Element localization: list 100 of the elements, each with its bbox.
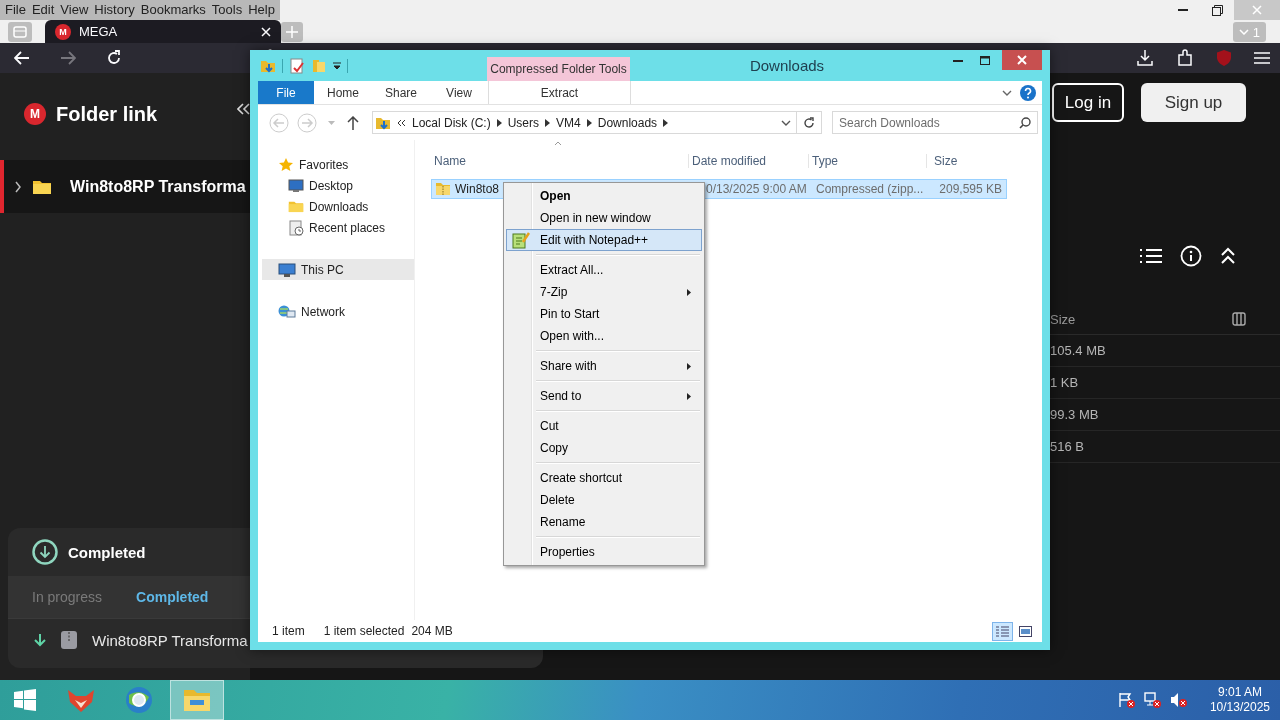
refresh-icon[interactable]: [803, 116, 815, 129]
close-button[interactable]: [1002, 50, 1042, 70]
zip-file-icon: [60, 630, 78, 650]
menu-item[interactable]: Properties: [506, 541, 702, 563]
ribbon-tab[interactable]: File: [258, 81, 314, 104]
menu-item[interactable]: Create shortcut: [506, 467, 702, 489]
breadcrumb[interactable]: VM4: [556, 115, 581, 130]
puzzle-icon[interactable]: [1176, 49, 1194, 67]
column-header[interactable]: Size: [1050, 311, 1076, 327]
help-icon[interactable]: [1020, 84, 1036, 101]
menu-item[interactable]: Edit with Notepad++: [506, 229, 702, 251]
list-view-icon[interactable]: [1140, 248, 1162, 264]
double-chevron-up-icon[interactable]: [1220, 247, 1236, 265]
nav-item[interactable]: Network: [258, 301, 414, 322]
menu-item[interactable]: Rename: [506, 511, 702, 533]
breadcrumb[interactable]: Downloads: [597, 115, 658, 130]
size-cell: 105.4 MB: [1050, 343, 1106, 358]
menu-item[interactable]: Delete: [506, 489, 702, 511]
selection-count: 1 item selected: [323, 624, 405, 638]
columns-icon[interactable]: [1232, 312, 1246, 326]
reload-icon: [106, 50, 122, 66]
breadcrumb[interactable]: Local Disk (C:): [412, 115, 491, 130]
column-header[interactable]: Name: [434, 154, 466, 168]
file-explorer-icon: [182, 687, 212, 713]
chevron-icon[interactable]: [14, 180, 22, 193]
nav-item[interactable]: Desktop: [258, 175, 414, 196]
nav-item[interactable]: Favorites: [258, 154, 414, 175]
info-icon[interactable]: [1180, 245, 1202, 267]
menu-item[interactable]: History: [91, 0, 138, 20]
menu-item[interactable]: Send to: [506, 385, 702, 407]
plus-icon: [286, 26, 298, 38]
dropdown-icon[interactable]: [781, 119, 791, 126]
menu-icon[interactable]: [1254, 51, 1270, 65]
ribbon-tab[interactable]: Share: [372, 81, 430, 104]
nav-item[interactable]: Recent places: [258, 217, 414, 238]
caret-icon: [327, 120, 335, 125]
folder-tree-item[interactable]: Win8to8RP Transforma: [0, 160, 250, 213]
close-icon: [1017, 55, 1027, 65]
sign-up-button[interactable]: Sign up: [1141, 83, 1246, 122]
chevron-icon[interactable]: [586, 118, 592, 127]
forward-icon: [60, 51, 76, 65]
globe-icon: [124, 685, 154, 715]
column-header[interactable]: Date modified: [692, 154, 767, 168]
type-cell: Compressed (zipp...: [816, 182, 924, 196]
menu-item[interactable]: Copy: [506, 437, 702, 459]
menu-item[interactable]: Extract All...: [506, 259, 702, 281]
download-icon[interactable]: [1136, 49, 1154, 67]
menu-item[interactable]: File: [2, 0, 29, 20]
speaker-muted-icon[interactable]: [1169, 692, 1188, 708]
chevron-icon[interactable]: [496, 118, 502, 127]
close-icon[interactable]: [261, 26, 271, 37]
tiles-icon: [1019, 625, 1032, 637]
restore-icon: [1211, 4, 1223, 16]
menu-item[interactable]: Open in new window: [506, 207, 702, 229]
column-header[interactable]: Size: [934, 154, 958, 168]
back-icon: [14, 51, 30, 65]
network-icon: [278, 303, 296, 320]
submenu-arrow-icon: [687, 363, 691, 370]
menu-item[interactable]: Cut: [506, 415, 702, 437]
network-icon[interactable]: [1143, 692, 1162, 708]
properties-icon[interactable]: [289, 57, 305, 74]
favicon: M: [55, 23, 71, 40]
menu-item[interactable]: Bookmarks: [137, 0, 209, 20]
ribbon-tab[interactable]: Home: [314, 81, 372, 104]
logo-icon: M: [24, 103, 46, 125]
submenu-arrow-icon: [687, 289, 691, 296]
expand-ribbon-icon[interactable]: [1002, 89, 1012, 96]
menu-item[interactable]: Edit: [28, 0, 58, 20]
menu-item[interactable]: 7-Zip: [506, 281, 702, 303]
clock[interactable]: 9:01 AM 10/13/2025: [1209, 685, 1270, 715]
overflow-icon[interactable]: [397, 118, 406, 127]
breadcrumb[interactable]: Users: [507, 115, 540, 130]
tab-title: MEGA: [79, 24, 119, 39]
size-cell: 209,595 KB: [939, 182, 1002, 196]
chevron-icon[interactable]: [545, 118, 551, 127]
flag-icon[interactable]: [1117, 692, 1136, 708]
close-icon: [1252, 5, 1262, 15]
minimize-icon: [1178, 9, 1188, 11]
menu-item[interactable]: Pin to Start: [506, 303, 702, 325]
menu-item[interactable]: Open with...: [506, 325, 702, 347]
chevron-icon[interactable]: [663, 118, 669, 127]
menu-item[interactable]: Share with: [506, 355, 702, 377]
browser-tab[interactable]: M MEGA: [45, 20, 281, 43]
column-header[interactable]: Type: [812, 154, 838, 168]
transfer-tab[interactable]: Completed: [136, 589, 209, 605]
address-bar[interactable]: Local Disk (C:) Users VM4 Downloads: [372, 111, 822, 134]
menu-item[interactable]: Tools: [208, 0, 246, 20]
search-field[interactable]: Search Downloads: [832, 111, 1038, 134]
collapse-icon[interactable]: [237, 103, 250, 115]
dropdown-icon[interactable]: [333, 61, 341, 70]
nav-item[interactable]: This PC: [262, 259, 414, 280]
file-name: Win8to8RP Transforma: [92, 631, 248, 649]
panel-title: Completed: [68, 543, 146, 561]
nav-item[interactable]: Downloads: [258, 196, 414, 217]
folder-icon: [32, 178, 52, 195]
log-in-button[interactable]: Log in: [1052, 83, 1124, 122]
search-icon[interactable]: [1019, 117, 1031, 129]
menu-item[interactable]: View: [57, 0, 92, 20]
menu-item[interactable]: Help: [245, 0, 278, 20]
ribbon-tab[interactable]: View: [430, 81, 488, 104]
